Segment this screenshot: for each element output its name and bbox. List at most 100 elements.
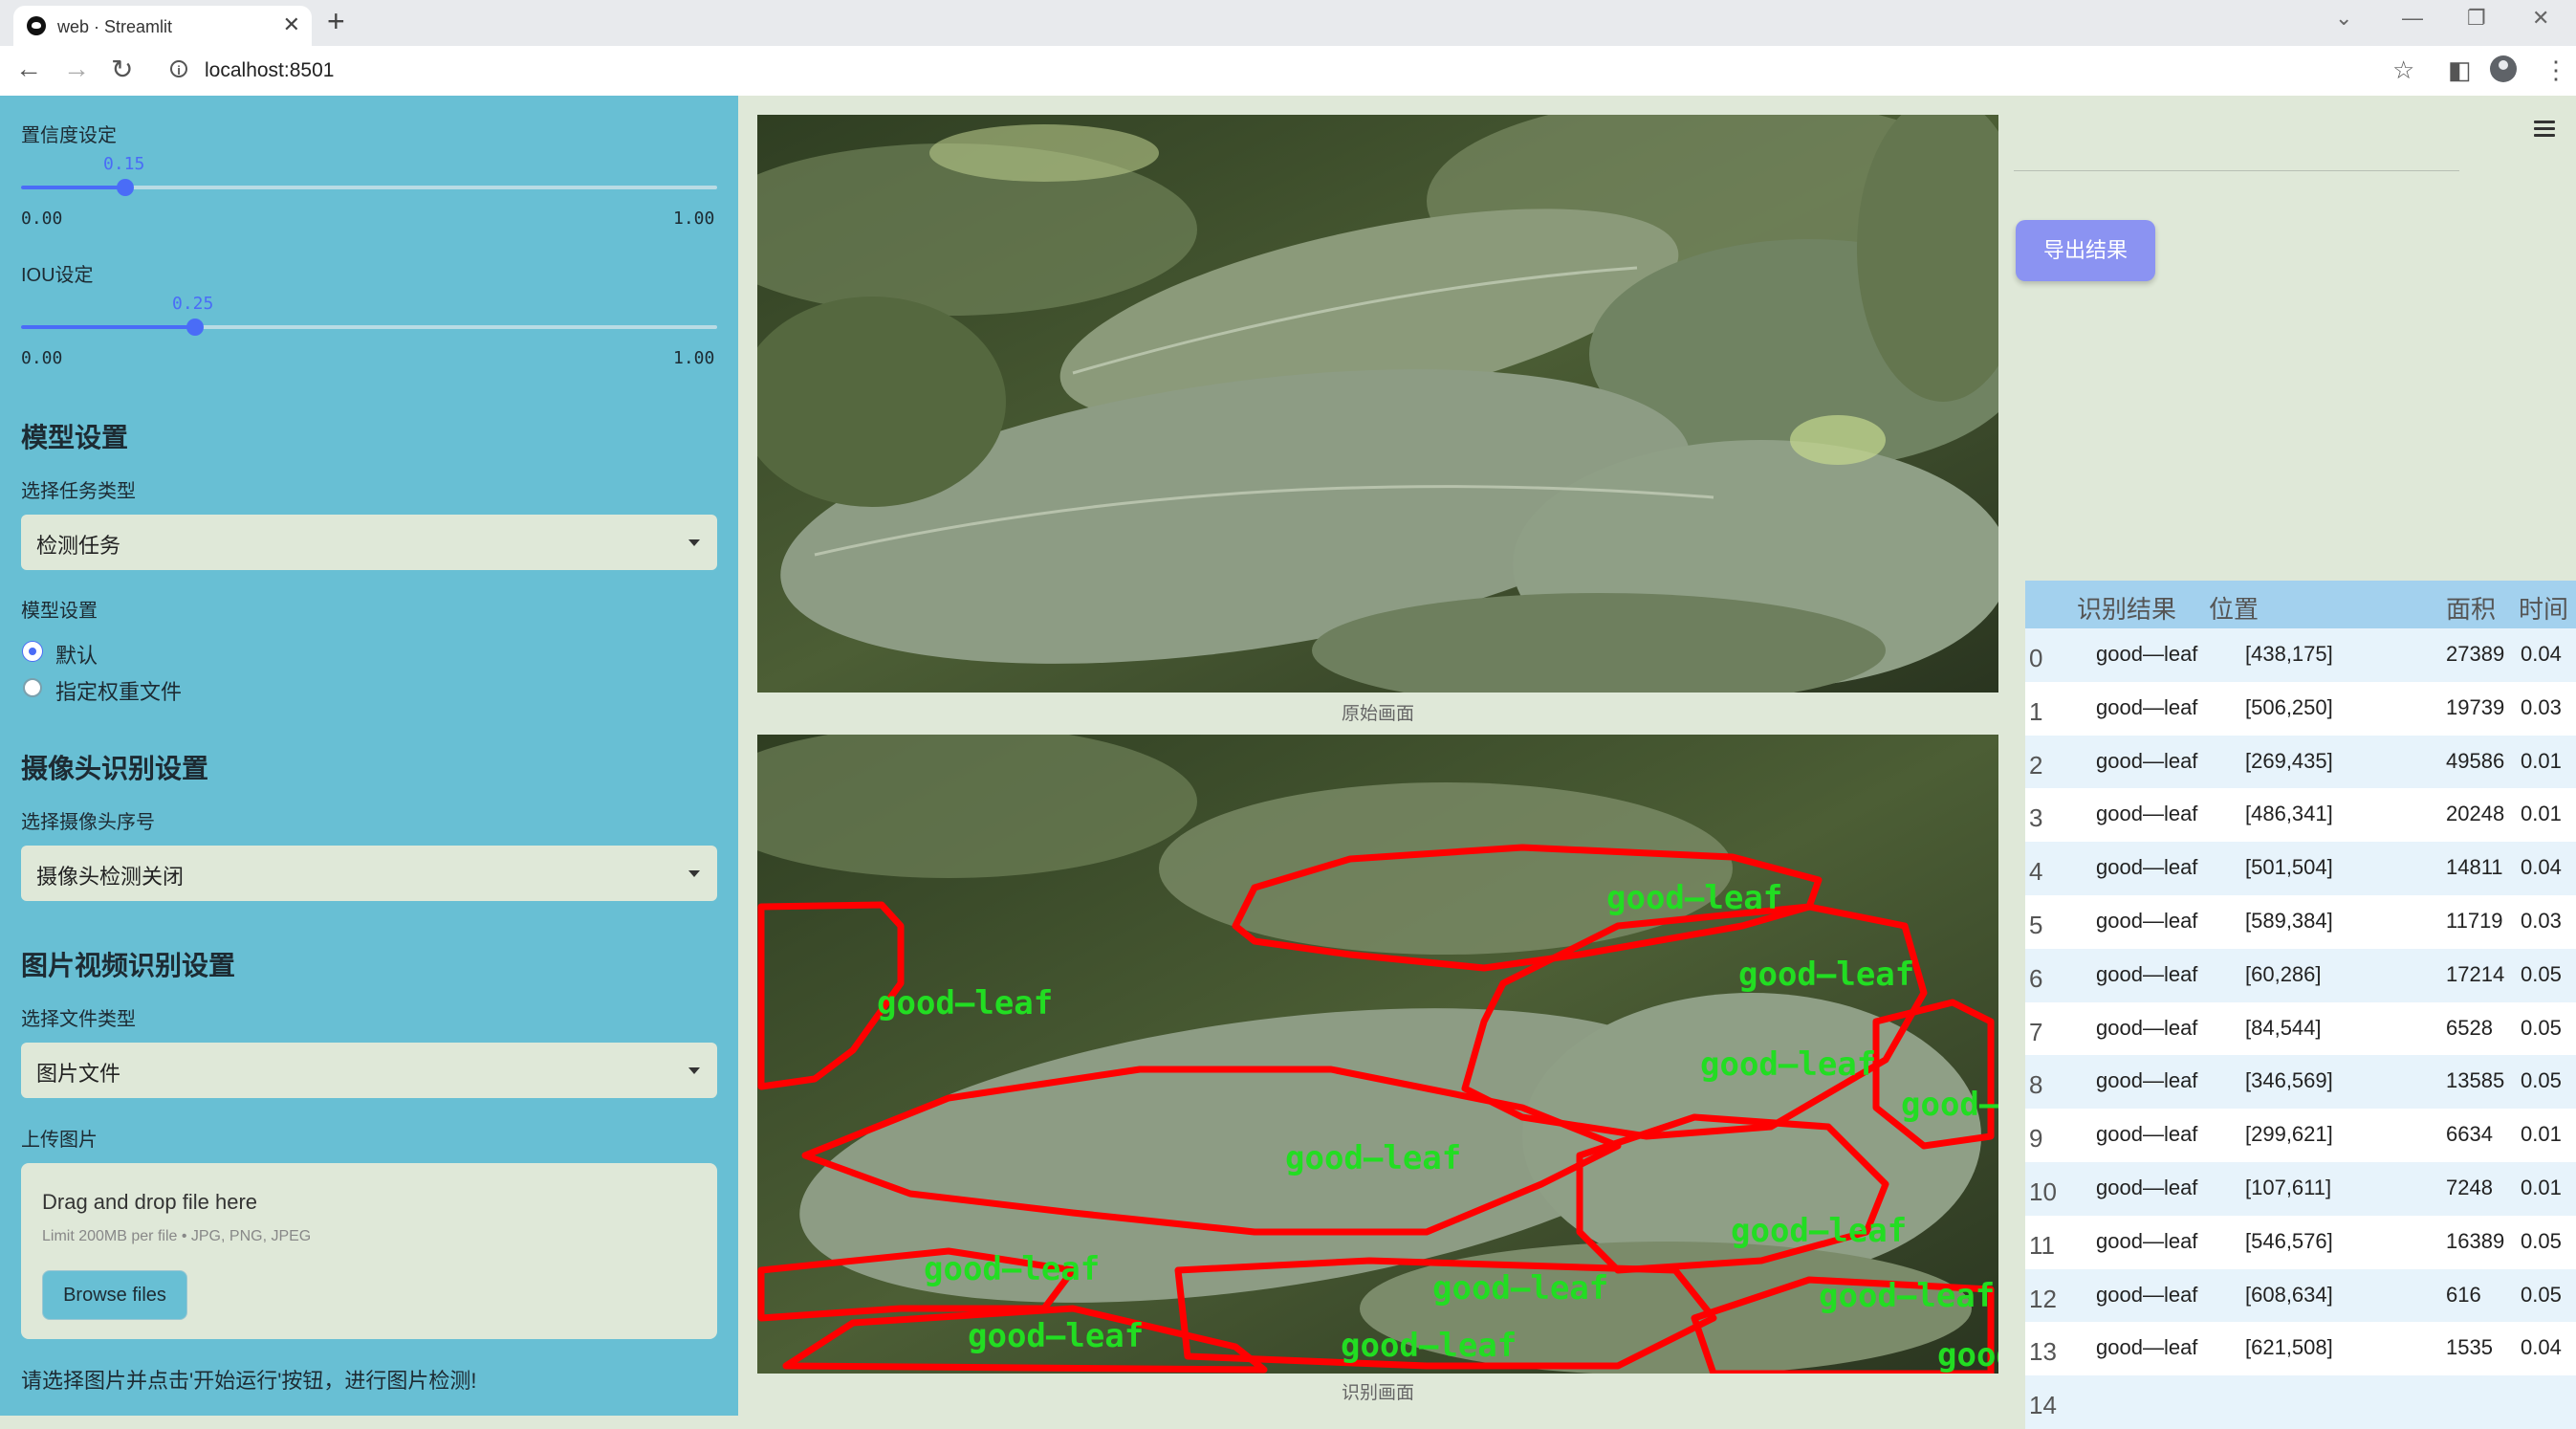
chevron-down-icon — [688, 539, 700, 546]
radio-unselected-icon[interactable] — [23, 678, 42, 697]
cell-area: 19739 — [2446, 694, 2505, 719]
chevron-down-icon — [688, 870, 700, 877]
column-header-label[interactable]: 识别结果 — [2077, 590, 2176, 626]
cell-position: [107,611] — [2245, 1175, 2332, 1199]
table-row[interactable]: 2 good—leaf [269,435] 49586 0.01 — [2025, 735, 2576, 789]
cell-position: [438,175] — [2245, 642, 2333, 666]
dropzone-limit: Limit 200MB per file • JPG, PNG, JPEG — [42, 1228, 312, 1244]
file-dropzone[interactable]: Drag and drop file here Limit 200MB per … — [21, 1163, 717, 1339]
cell-position: [299,621] — [2245, 1122, 2333, 1147]
cell-time: 0.03 — [2521, 908, 2562, 933]
browser-menu-icon[interactable]: ⋮ — [2543, 55, 2568, 85]
table-row[interactable]: 1 good—leaf [506,250] 19739 0.03 — [2025, 681, 2576, 736]
cell-area: 7248 — [2446, 1175, 2493, 1199]
table-row[interactable]: 5 good—leaf [589,384] 11719 0.03 — [2025, 894, 2576, 949]
task-type-value: 检测任务 — [36, 534, 121, 558]
cell-time: 0.05 — [2521, 961, 2562, 986]
detection-label: good—leaf — [877, 984, 1053, 1022]
cell-time: 0.05 — [2521, 1282, 2562, 1307]
export-results-button[interactable]: 导出结果 — [2016, 220, 2155, 281]
table-row[interactable]: 3 good—leaf [486,341] 20248 0.01 — [2025, 788, 2576, 843]
close-window-icon[interactable]: ✕ — [2532, 6, 2549, 31]
cell-time: 0.04 — [2521, 642, 2562, 666]
minimize-icon[interactable]: — — [2402, 6, 2423, 31]
cell-time: 0.01 — [2521, 1122, 2562, 1147]
cell-position: [84,544] — [2245, 1015, 2322, 1040]
back-icon[interactable]: ← — [15, 54, 42, 84]
browse-files-button[interactable]: Browse files — [42, 1270, 187, 1320]
iou-slider[interactable] — [21, 319, 717, 336]
cell-label: good—leaf — [2096, 1175, 2198, 1199]
row-index: 14 — [2029, 1391, 2057, 1420]
url-text: localhost:8501 — [205, 59, 335, 81]
cell-position: [346,569] — [2245, 1068, 2333, 1093]
cell-position: [546,576] — [2245, 1228, 2333, 1253]
row-index: 2 — [2029, 750, 2043, 780]
cell-area: 11719 — [2446, 908, 2503, 933]
detection-label: good—leaf — [1341, 1327, 1517, 1365]
cell-position: [269,435] — [2245, 748, 2333, 773]
close-tab-icon[interactable]: ✕ — [283, 12, 300, 37]
row-index: 12 — [2029, 1284, 2057, 1313]
profile-avatar-icon[interactable] — [2490, 55, 2517, 82]
tab-search-chevron-icon[interactable]: ⌄ — [2335, 6, 2352, 31]
cell-area: 616 — [2446, 1282, 2481, 1307]
row-index: 8 — [2029, 1070, 2043, 1100]
restore-icon[interactable]: ❐ — [2467, 6, 2486, 31]
table-row[interactable]: 13 good—leaf [621,508] 1535 0.04 — [2025, 1322, 2576, 1376]
detection-label: good—leaf — [968, 1317, 1144, 1355]
cell-time: 0.04 — [2521, 855, 2562, 880]
file-type-label: 选择文件类型 — [21, 1009, 136, 1030]
new-tab-icon[interactable]: + — [327, 4, 345, 39]
column-header-time[interactable]: 时间 — [2519, 590, 2568, 626]
original-leaf-photo — [757, 115, 1998, 693]
task-type-select[interactable]: 检测任务 — [21, 515, 717, 570]
row-index: 9 — [2029, 1124, 2043, 1154]
cell-label: good—leaf — [2096, 694, 2198, 719]
cell-position: [589,384] — [2245, 908, 2333, 933]
table-row[interactable]: 4 good—leaf [501,504] 14811 0.04 — [2025, 842, 2576, 895]
cell-area: 1535 — [2446, 1335, 2493, 1360]
detection-label: good—leaf — [1731, 1212, 1907, 1250]
column-header-position[interactable]: 位置 — [2209, 590, 2259, 626]
table-row[interactable]: 8 good—leaf [346,569] 13585 0.05 — [2025, 1055, 2576, 1110]
cell-time: 0.03 — [2521, 694, 2562, 719]
site-info-icon[interactable]: i — [170, 60, 187, 77]
column-header-area[interactable]: 面积 — [2446, 590, 2496, 626]
table-row[interactable]: 11 good—leaf [546,576] 16389 0.05 — [2025, 1215, 2576, 1269]
browser-tab[interactable]: web · Streamlit ✕ — [13, 6, 312, 46]
confidence-min: 0.00 — [21, 209, 63, 229]
url-field[interactable]: i localhost:8501 — [155, 52, 2383, 88]
browser-tab-bar: web · Streamlit ✕ + ⌄ — ❐ ✕ — [0, 0, 2576, 46]
table-row[interactable]: 12 good—leaf [608,634] 616 0.05 — [2025, 1268, 2576, 1323]
radio-selected-icon[interactable] — [23, 642, 42, 661]
table-row[interactable]: 7 good—leaf [84,544] 6528 0.05 — [2025, 1001, 2576, 1056]
hamburger-menu-icon[interactable] — [2534, 121, 2555, 141]
cell-area: 13585 — [2446, 1068, 2505, 1093]
cell-label: good—leaf — [2096, 1068, 2198, 1093]
table-row[interactable]: 6 good—leaf [60,286] 17214 0.05 — [2025, 948, 2576, 1002]
table-row[interactable]: 14 — [2025, 1375, 2576, 1429]
cell-area: 20248 — [2446, 802, 2505, 826]
detection-label: good—leaf — [1700, 1045, 1876, 1084]
table-row[interactable]: 10 good—leaf [107,611] 7248 0.01 — [2025, 1161, 2576, 1216]
row-index: 0 — [2029, 644, 2043, 672]
table-body: 0 good—leaf [438,175] 27389 0.04 1 good—leaf [5… — [2025, 628, 2576, 1429]
bookmark-star-icon[interactable]: ☆ — [2392, 55, 2414, 85]
row-index: 7 — [2029, 1017, 2043, 1046]
camera-select[interactable]: 摄像头检测关闭 — [21, 846, 717, 901]
row-index: 5 — [2029, 910, 2043, 939]
file-type-select[interactable]: 图片文件 — [21, 1043, 717, 1098]
forward-icon[interactable]: → — [63, 54, 90, 84]
reload-icon[interactable]: ↻ — [111, 54, 133, 85]
detection-label: good—leaf — [1901, 1086, 1998, 1124]
radio-default-label: 默认 — [55, 644, 98, 668]
table-row[interactable]: 0 good—leaf [438,175] 27389 0.04 — [2025, 628, 2576, 682]
confidence-slider[interactable] — [21, 179, 717, 196]
side-panel-icon[interactable]: ◧ — [2448, 55, 2472, 85]
iou-slider-thumb[interactable] — [186, 319, 204, 336]
table-row[interactable]: 9 good—leaf [299,621] 6634 0.01 — [2025, 1109, 2576, 1162]
detection-label: good—leaf — [1285, 1139, 1461, 1177]
radio-custom-weights-label: 指定权重文件 — [55, 680, 183, 704]
cell-time: 0.01 — [2521, 1175, 2562, 1199]
